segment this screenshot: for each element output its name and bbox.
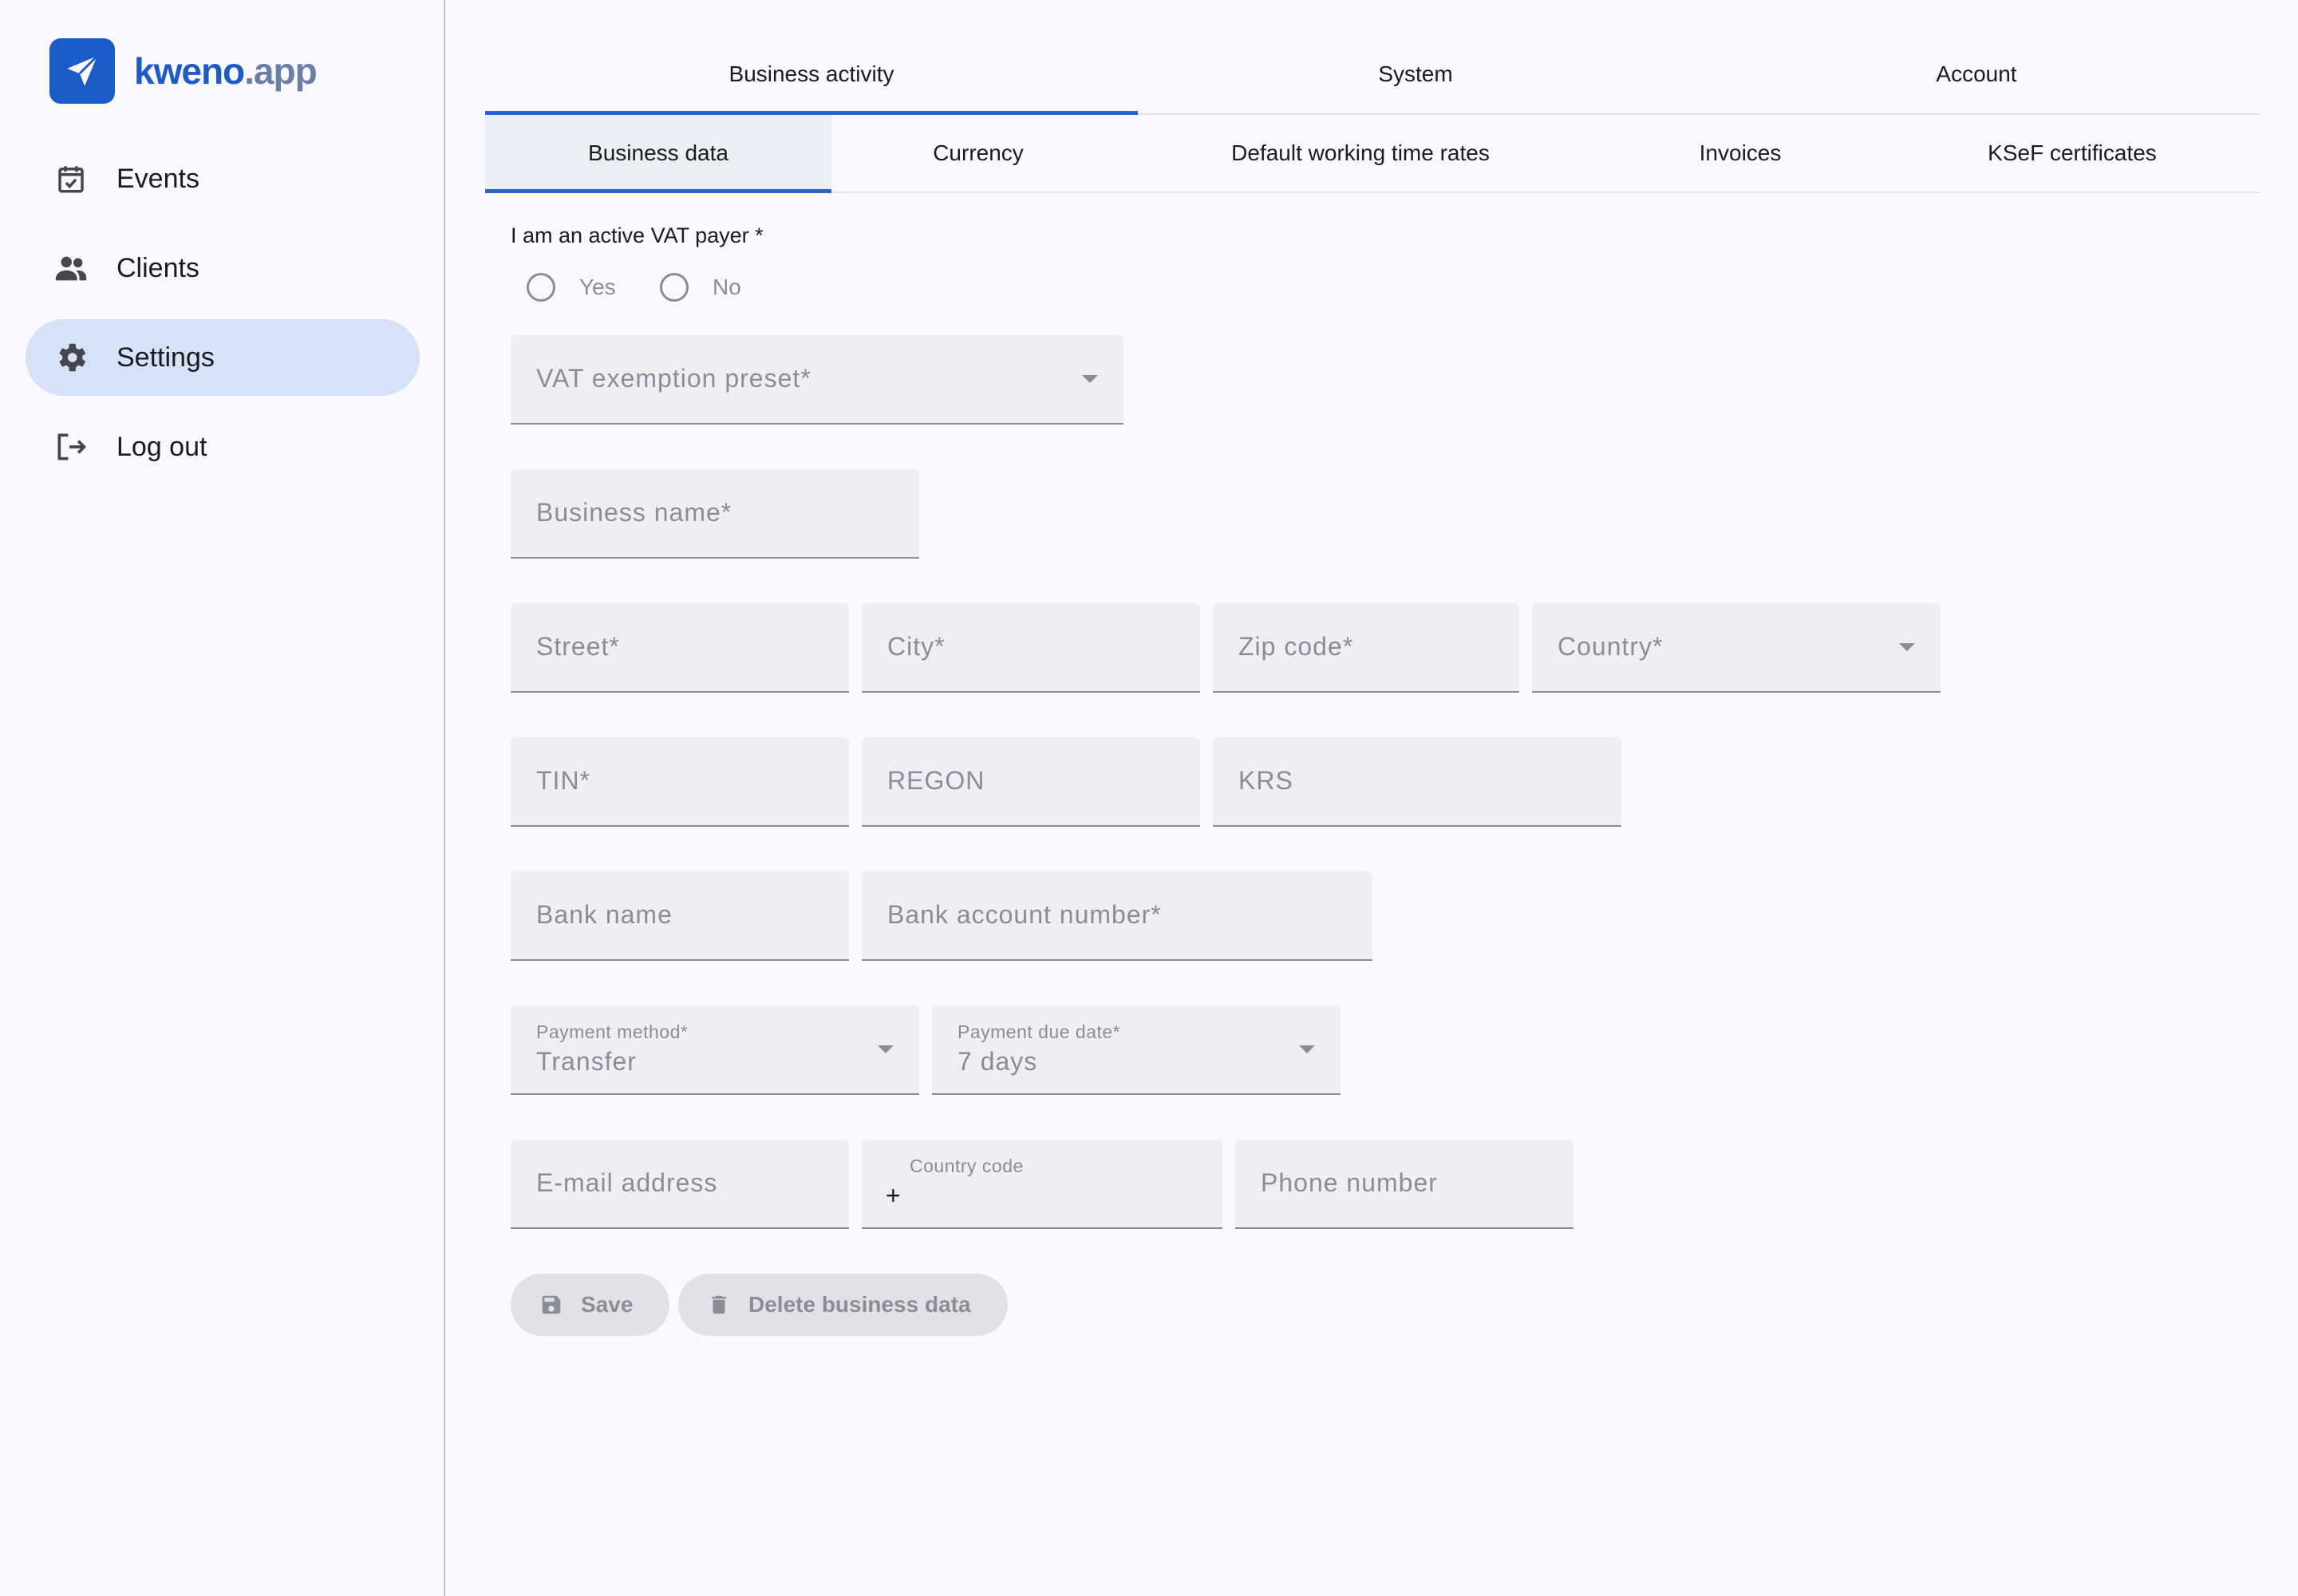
sidebar-item-label: Events xyxy=(116,163,199,194)
brand[interactable]: kweno.app xyxy=(49,38,318,104)
field-placeholder: E-mail address xyxy=(536,1168,718,1197)
calendar-check-icon xyxy=(53,160,89,197)
zip-code-field[interactable]: Zip code* xyxy=(1213,603,1519,693)
business-name-field[interactable]: Business name* xyxy=(511,469,919,559)
gear-icon xyxy=(53,339,89,376)
field-placeholder: Zip code* xyxy=(1238,632,1354,661)
field-label: Payment method* xyxy=(536,1021,689,1042)
tin-field[interactable]: TIN* xyxy=(511,737,849,827)
tab-system[interactable]: System xyxy=(1138,35,1693,113)
field-placeholder: Country* xyxy=(1558,632,1664,661)
tab-invoices[interactable]: Invoices xyxy=(1596,115,1885,192)
tab-default-working-time-rates[interactable]: Default working time rates xyxy=(1125,115,1596,192)
dropdown-arrow-icon xyxy=(1899,643,1915,651)
field-value: + xyxy=(886,1181,902,1210)
brand-tld: .app xyxy=(244,50,318,92)
trash-icon xyxy=(707,1293,731,1317)
tab-business-activity[interactable]: Business activity xyxy=(485,35,1138,115)
field-label: Country code xyxy=(910,1156,1024,1176)
sidebar: kweno.app Events Clients Settings Log ou… xyxy=(0,0,445,1596)
vat-payer-label: I am an active VAT payer * xyxy=(511,223,764,247)
delete-business-data-button[interactable]: Delete business data xyxy=(678,1274,1008,1336)
radio-circle xyxy=(527,273,555,302)
field-placeholder: VAT exemption preset* xyxy=(536,364,811,393)
floppy-disk-icon xyxy=(539,1293,563,1317)
vat-exemption-select[interactable]: VAT exemption preset* xyxy=(511,335,1123,425)
field-placeholder: KRS xyxy=(1238,766,1293,795)
payment-due-date-select[interactable]: Payment due date* 7 days xyxy=(932,1005,1340,1095)
city-field[interactable]: City* xyxy=(862,603,1200,693)
tab-ksef-certificates[interactable]: KSeF certificates xyxy=(1885,115,2260,192)
sidebar-item-settings[interactable]: Settings xyxy=(26,319,420,396)
people-icon xyxy=(53,250,89,286)
sidebar-item-label: Settings xyxy=(116,342,215,373)
radio-label: Yes xyxy=(579,275,616,299)
field-placeholder: TIN* xyxy=(536,766,590,795)
bank-name-field[interactable]: Bank name xyxy=(511,871,849,961)
tab-account[interactable]: Account xyxy=(1693,35,2260,113)
secondary-tabs: Business data Currency Default working t… xyxy=(485,115,2260,193)
krs-field[interactable]: KRS xyxy=(1213,737,1621,827)
country-code-field[interactable]: Country code + xyxy=(862,1140,1222,1229)
field-value: Transfer xyxy=(536,1047,637,1076)
sidebar-item-label: Log out xyxy=(116,431,207,462)
payment-method-select[interactable]: Payment method* Transfer xyxy=(511,1005,919,1095)
country-select[interactable]: Country* xyxy=(1532,603,1941,693)
dropdown-arrow-icon xyxy=(1299,1045,1315,1053)
dropdown-arrow-icon xyxy=(878,1045,894,1053)
field-value: 7 days xyxy=(958,1047,1038,1076)
sidebar-item-events[interactable]: Events xyxy=(26,140,420,217)
tab-currency[interactable]: Currency xyxy=(831,115,1125,192)
field-placeholder: Bank name xyxy=(536,900,673,929)
save-button[interactable]: Save xyxy=(511,1274,670,1336)
brand-wordmark: kweno.app xyxy=(134,49,318,93)
field-placeholder: Street* xyxy=(536,632,620,661)
sidebar-item-clients[interactable]: Clients xyxy=(26,230,420,306)
phone-number-field[interactable]: Phone number xyxy=(1235,1140,1573,1229)
dropdown-arrow-icon xyxy=(1082,375,1098,383)
brand-name: kweno xyxy=(134,50,245,92)
field-placeholder: REGON xyxy=(887,766,985,795)
email-field[interactable]: E-mail address xyxy=(511,1140,849,1229)
save-button-label: Save xyxy=(581,1292,634,1317)
tab-business-data[interactable]: Business data xyxy=(485,115,831,193)
field-placeholder: City* xyxy=(887,632,946,661)
bank-account-number-field[interactable]: Bank account number* xyxy=(862,871,1372,961)
radio-circle xyxy=(660,273,689,302)
radio-label: No xyxy=(713,275,741,299)
sidebar-item-label: Clients xyxy=(116,252,199,283)
field-placeholder: Business name* xyxy=(536,498,732,527)
primary-tabs: Business activity System Account xyxy=(485,35,2260,115)
sidebar-item-logout[interactable]: Log out xyxy=(26,409,420,485)
delete-button-label: Delete business data xyxy=(748,1292,971,1317)
field-placeholder: Phone number xyxy=(1261,1168,1438,1197)
field-label: Payment due date* xyxy=(958,1021,1121,1042)
street-field[interactable]: Street* xyxy=(511,603,849,693)
vat-payer-no-radio[interactable]: No xyxy=(660,273,741,302)
paper-plane-icon xyxy=(49,38,115,104)
field-placeholder: Bank account number* xyxy=(887,900,1162,929)
vat-payer-yes-radio[interactable]: Yes xyxy=(527,273,616,302)
regon-field[interactable]: REGON xyxy=(862,737,1200,827)
logout-icon xyxy=(53,429,89,465)
